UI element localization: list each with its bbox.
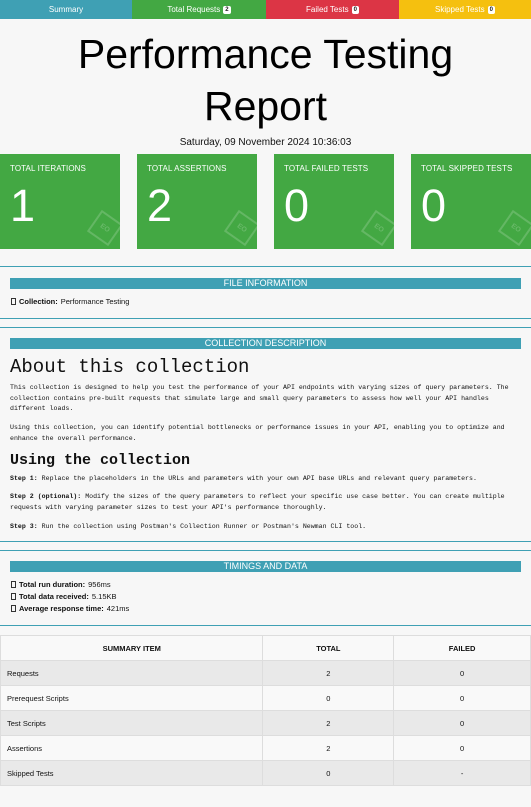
- page-title-line1: Performance Testing: [77, 31, 454, 77]
- card-label: TOTAL ASSERTIONS: [147, 164, 227, 173]
- divider: [0, 318, 531, 319]
- row-total: 2: [262, 660, 395, 686]
- step-2-label: Step 2 (optional):: [10, 493, 82, 500]
- collection-value: Performance Testing: [60, 297, 130, 306]
- row-failed: -: [393, 760, 531, 786]
- card-total-skipped-tests: TOTAL SKIPPED TESTS 0 EO: [411, 154, 531, 249]
- card-value: 2: [147, 180, 173, 231]
- step-3-label: Step 3:: [10, 523, 38, 530]
- card-watermark-icon: EO: [497, 209, 531, 247]
- card-label: TOTAL FAILED TESTS: [284, 164, 369, 173]
- card-total-iterations: TOTAL ITERATIONS 1 EO: [0, 154, 120, 249]
- row-item: Assertions: [0, 735, 264, 761]
- tab-summary-label: Summary: [48, 5, 84, 14]
- column-header-failed: FAILED: [393, 635, 531, 661]
- tab-skipped-tests[interactable]: Skipped Tests 0: [399, 0, 531, 19]
- checkbox-icon: [11, 605, 16, 612]
- step-1-label: Step 1:: [10, 475, 38, 482]
- summary-table: SUMMARY ITEM TOTAL FAILED Requests 2 0 P…: [0, 635, 531, 786]
- timing-label: Average response time:: [19, 604, 104, 613]
- collection-description-heading: COLLECTION DESCRIPTION: [10, 338, 521, 349]
- divider: [0, 541, 531, 542]
- tab-skipped-tests-label: Skipped Tests: [434, 5, 485, 14]
- row-failed: 0: [393, 735, 531, 761]
- step-2-text: Modify the sizes of the query parameters…: [10, 493, 505, 511]
- tab-total-requests[interactable]: Total Requests 2: [132, 0, 266, 19]
- table-row: Skipped Tests 0 -: [0, 760, 531, 786]
- page-title: Performance Testing Report: [0, 28, 531, 132]
- card-value: 1: [10, 180, 36, 231]
- row-item: Prerequest Scripts: [0, 685, 264, 711]
- table-row: Test Scripts 2 0: [0, 710, 531, 736]
- step-3: Step 3: Run the collection using Postman…: [10, 522, 525, 533]
- row-failed: 0: [393, 685, 531, 711]
- table-row: Assertions 2 0: [0, 735, 531, 761]
- timing-run-duration: Total run duration: 956ms: [11, 580, 111, 589]
- row-total: 2: [262, 735, 395, 761]
- tab-summary[interactable]: Summary: [0, 0, 132, 19]
- step-2: Step 2 (optional): Modify the sizes of t…: [10, 492, 525, 513]
- page-title-line2: Report: [203, 83, 328, 129]
- checkbox-icon: [11, 593, 16, 600]
- timing-label: Total run duration:: [19, 580, 86, 589]
- timing-label: Total data received:: [19, 592, 89, 601]
- card-label: TOTAL ITERATIONS: [10, 164, 86, 173]
- timing-value: 421ms: [106, 604, 130, 613]
- timing-data-received: Total data received: 5.15KB: [11, 592, 117, 601]
- file-info-heading: FILE INFORMATION: [10, 278, 521, 289]
- card-value: 0: [421, 180, 447, 231]
- timing-avg-response: Average response time: 421ms: [11, 604, 129, 613]
- table-row: Requests 2 0: [0, 660, 531, 686]
- card-total-assertions: TOTAL ASSERTIONS 2 EO: [137, 154, 257, 249]
- card-value: 0: [284, 180, 310, 231]
- row-total: 0: [262, 685, 395, 711]
- divider: [0, 625, 531, 626]
- row-total: 0: [262, 760, 395, 786]
- tab-failed-tests[interactable]: Failed Tests 0: [266, 0, 399, 19]
- card-label: TOTAL SKIPPED TESTS: [421, 164, 513, 173]
- row-item: Requests: [0, 660, 264, 686]
- timings-heading: TIMINGS AND DATA: [10, 561, 521, 572]
- divider: [0, 266, 531, 267]
- about-paragraph-2: Using this collection, you can identify …: [10, 424, 505, 442]
- timing-value: 956ms: [88, 580, 111, 589]
- divider: [0, 327, 531, 328]
- using-heading: Using the collection: [10, 452, 191, 469]
- card-watermark-icon: EO: [360, 209, 394, 247]
- column-header-total: TOTAL: [262, 635, 395, 661]
- card-total-failed-tests: TOTAL FAILED TESTS 0 EO: [274, 154, 394, 249]
- skipped-tests-badge: 0: [487, 5, 495, 14]
- card-watermark-icon: EO: [223, 209, 257, 247]
- divider: [0, 550, 531, 551]
- row-item: Test Scripts: [0, 710, 264, 736]
- tab-failed-tests-label: Failed Tests: [306, 5, 349, 14]
- row-item: Skipped Tests: [0, 760, 264, 786]
- failed-tests-badge: 0: [351, 5, 359, 14]
- timing-value: 5.15KB: [91, 592, 117, 601]
- step-1-text: Replace the placeholders in the URLs and…: [37, 475, 477, 482]
- collection-label: Collection:: [19, 297, 58, 306]
- checkbox-icon: [11, 581, 16, 588]
- total-requests-badge: 2: [223, 5, 231, 14]
- card-watermark-icon: EO: [86, 209, 120, 247]
- step-3-text: Run the collection using Postman's Colle…: [37, 523, 367, 530]
- table-header-row: SUMMARY ITEM TOTAL FAILED: [0, 635, 531, 661]
- checkbox-icon: [11, 298, 16, 305]
- column-header-summary-item: SUMMARY ITEM: [0, 635, 264, 661]
- row-total: 2: [262, 710, 395, 736]
- about-heading: About this collection: [10, 356, 250, 378]
- collection-field: Collection: Performance Testing: [11, 297, 129, 306]
- step-1: Step 1: Replace the placeholders in the …: [10, 474, 525, 485]
- row-failed: 0: [393, 660, 531, 686]
- report-datetime: Saturday, 09 November 2024 10:36:03: [179, 137, 352, 148]
- about-paragraph-1: This collection is designed to help you …: [10, 384, 509, 412]
- tab-total-requests-label: Total Requests: [167, 5, 221, 14]
- top-tab-bar: Summary Total Requests 2 Failed Tests 0 …: [0, 0, 531, 19]
- row-failed: 0: [393, 710, 531, 736]
- table-row: Prerequest Scripts 0 0: [0, 685, 531, 711]
